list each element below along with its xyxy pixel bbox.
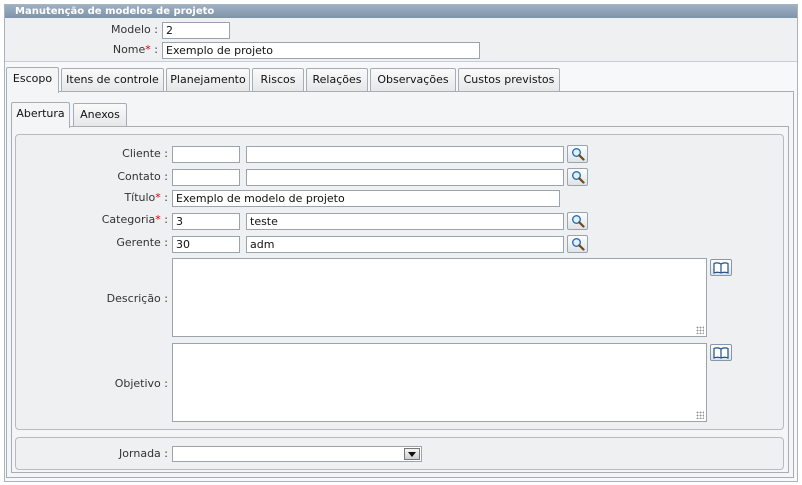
- tab-custos-previstos[interactable]: Custos previstos: [458, 68, 560, 92]
- gerente-lookup-button[interactable]: [567, 235, 588, 253]
- tab-relacoes[interactable]: Relações: [306, 68, 368, 92]
- magnifier-icon: [571, 215, 585, 228]
- titulo-field[interactable]: Exemplo de modelo de projeto: [172, 190, 560, 207]
- jornada-select[interactable]: [172, 446, 422, 462]
- resize-grip-icon[interactable]: [696, 326, 704, 334]
- contato-name-field[interactable]: [246, 169, 564, 186]
- cliente-code-field[interactable]: [172, 146, 240, 163]
- cliente-name-field[interactable]: [246, 146, 564, 163]
- categoria-lookup-button[interactable]: [567, 212, 588, 230]
- contato-lookup-button[interactable]: [567, 168, 588, 186]
- magnifier-icon: [571, 171, 585, 184]
- categoria-label: Categoria* :: [101, 213, 168, 226]
- book-icon: [713, 346, 729, 359]
- descricao-textarea[interactable]: [172, 258, 707, 337]
- descricao-text-library-button[interactable]: [710, 259, 732, 276]
- subtab-abertura[interactable]: Abertura: [11, 102, 70, 128]
- window-title: Manutenção de modelos de projeto: [5, 5, 797, 18]
- cliente-lookup-button[interactable]: [567, 145, 588, 163]
- magnifier-icon: [571, 238, 585, 251]
- modelo-label: Modelo :: [111, 23, 158, 36]
- categoria-name-field[interactable]: teste: [246, 213, 564, 230]
- tab-escopo[interactable]: Escopo: [6, 67, 59, 93]
- objetivo-textarea[interactable]: [172, 343, 707, 422]
- cliente-label: Cliente :: [122, 147, 168, 160]
- chevron-down-icon: [408, 451, 416, 457]
- magnifier-icon: [571, 148, 585, 161]
- gerente-name-field[interactable]: adm: [246, 236, 564, 253]
- descricao-label: Descrição :: [106, 292, 168, 305]
- tab-riscos[interactable]: Riscos: [252, 68, 304, 92]
- contato-label: Contato :: [117, 170, 168, 183]
- nome-label: Nome* :: [112, 43, 158, 56]
- categoria-code-field[interactable]: 3: [172, 213, 240, 230]
- book-icon: [713, 261, 729, 274]
- jornada-label: Jornada :: [119, 447, 168, 460]
- nome-field[interactable]: Exemplo de projeto: [162, 42, 480, 59]
- objetivo-text-library-button[interactable]: [710, 344, 732, 361]
- gerente-label: Gerente :: [116, 236, 168, 249]
- tab-observacoes[interactable]: Observações: [370, 68, 456, 92]
- contato-code-field[interactable]: [172, 169, 240, 186]
- gerente-code-field[interactable]: 30: [172, 236, 240, 253]
- tab-itens-de-controle[interactable]: Itens de controle: [61, 68, 164, 92]
- objetivo-label: Objetivo :: [114, 377, 168, 390]
- titulo-label: Título* :: [124, 191, 168, 204]
- jornada-selected-value: [173, 447, 176, 460]
- modelo-field[interactable]: 2: [162, 22, 230, 39]
- tab-planejamento[interactable]: Planejamento: [166, 68, 250, 92]
- subtab-anexos[interactable]: Anexos: [73, 103, 127, 127]
- jornada-dropdown-button[interactable]: [404, 448, 420, 460]
- resize-grip-icon[interactable]: [696, 411, 704, 419]
